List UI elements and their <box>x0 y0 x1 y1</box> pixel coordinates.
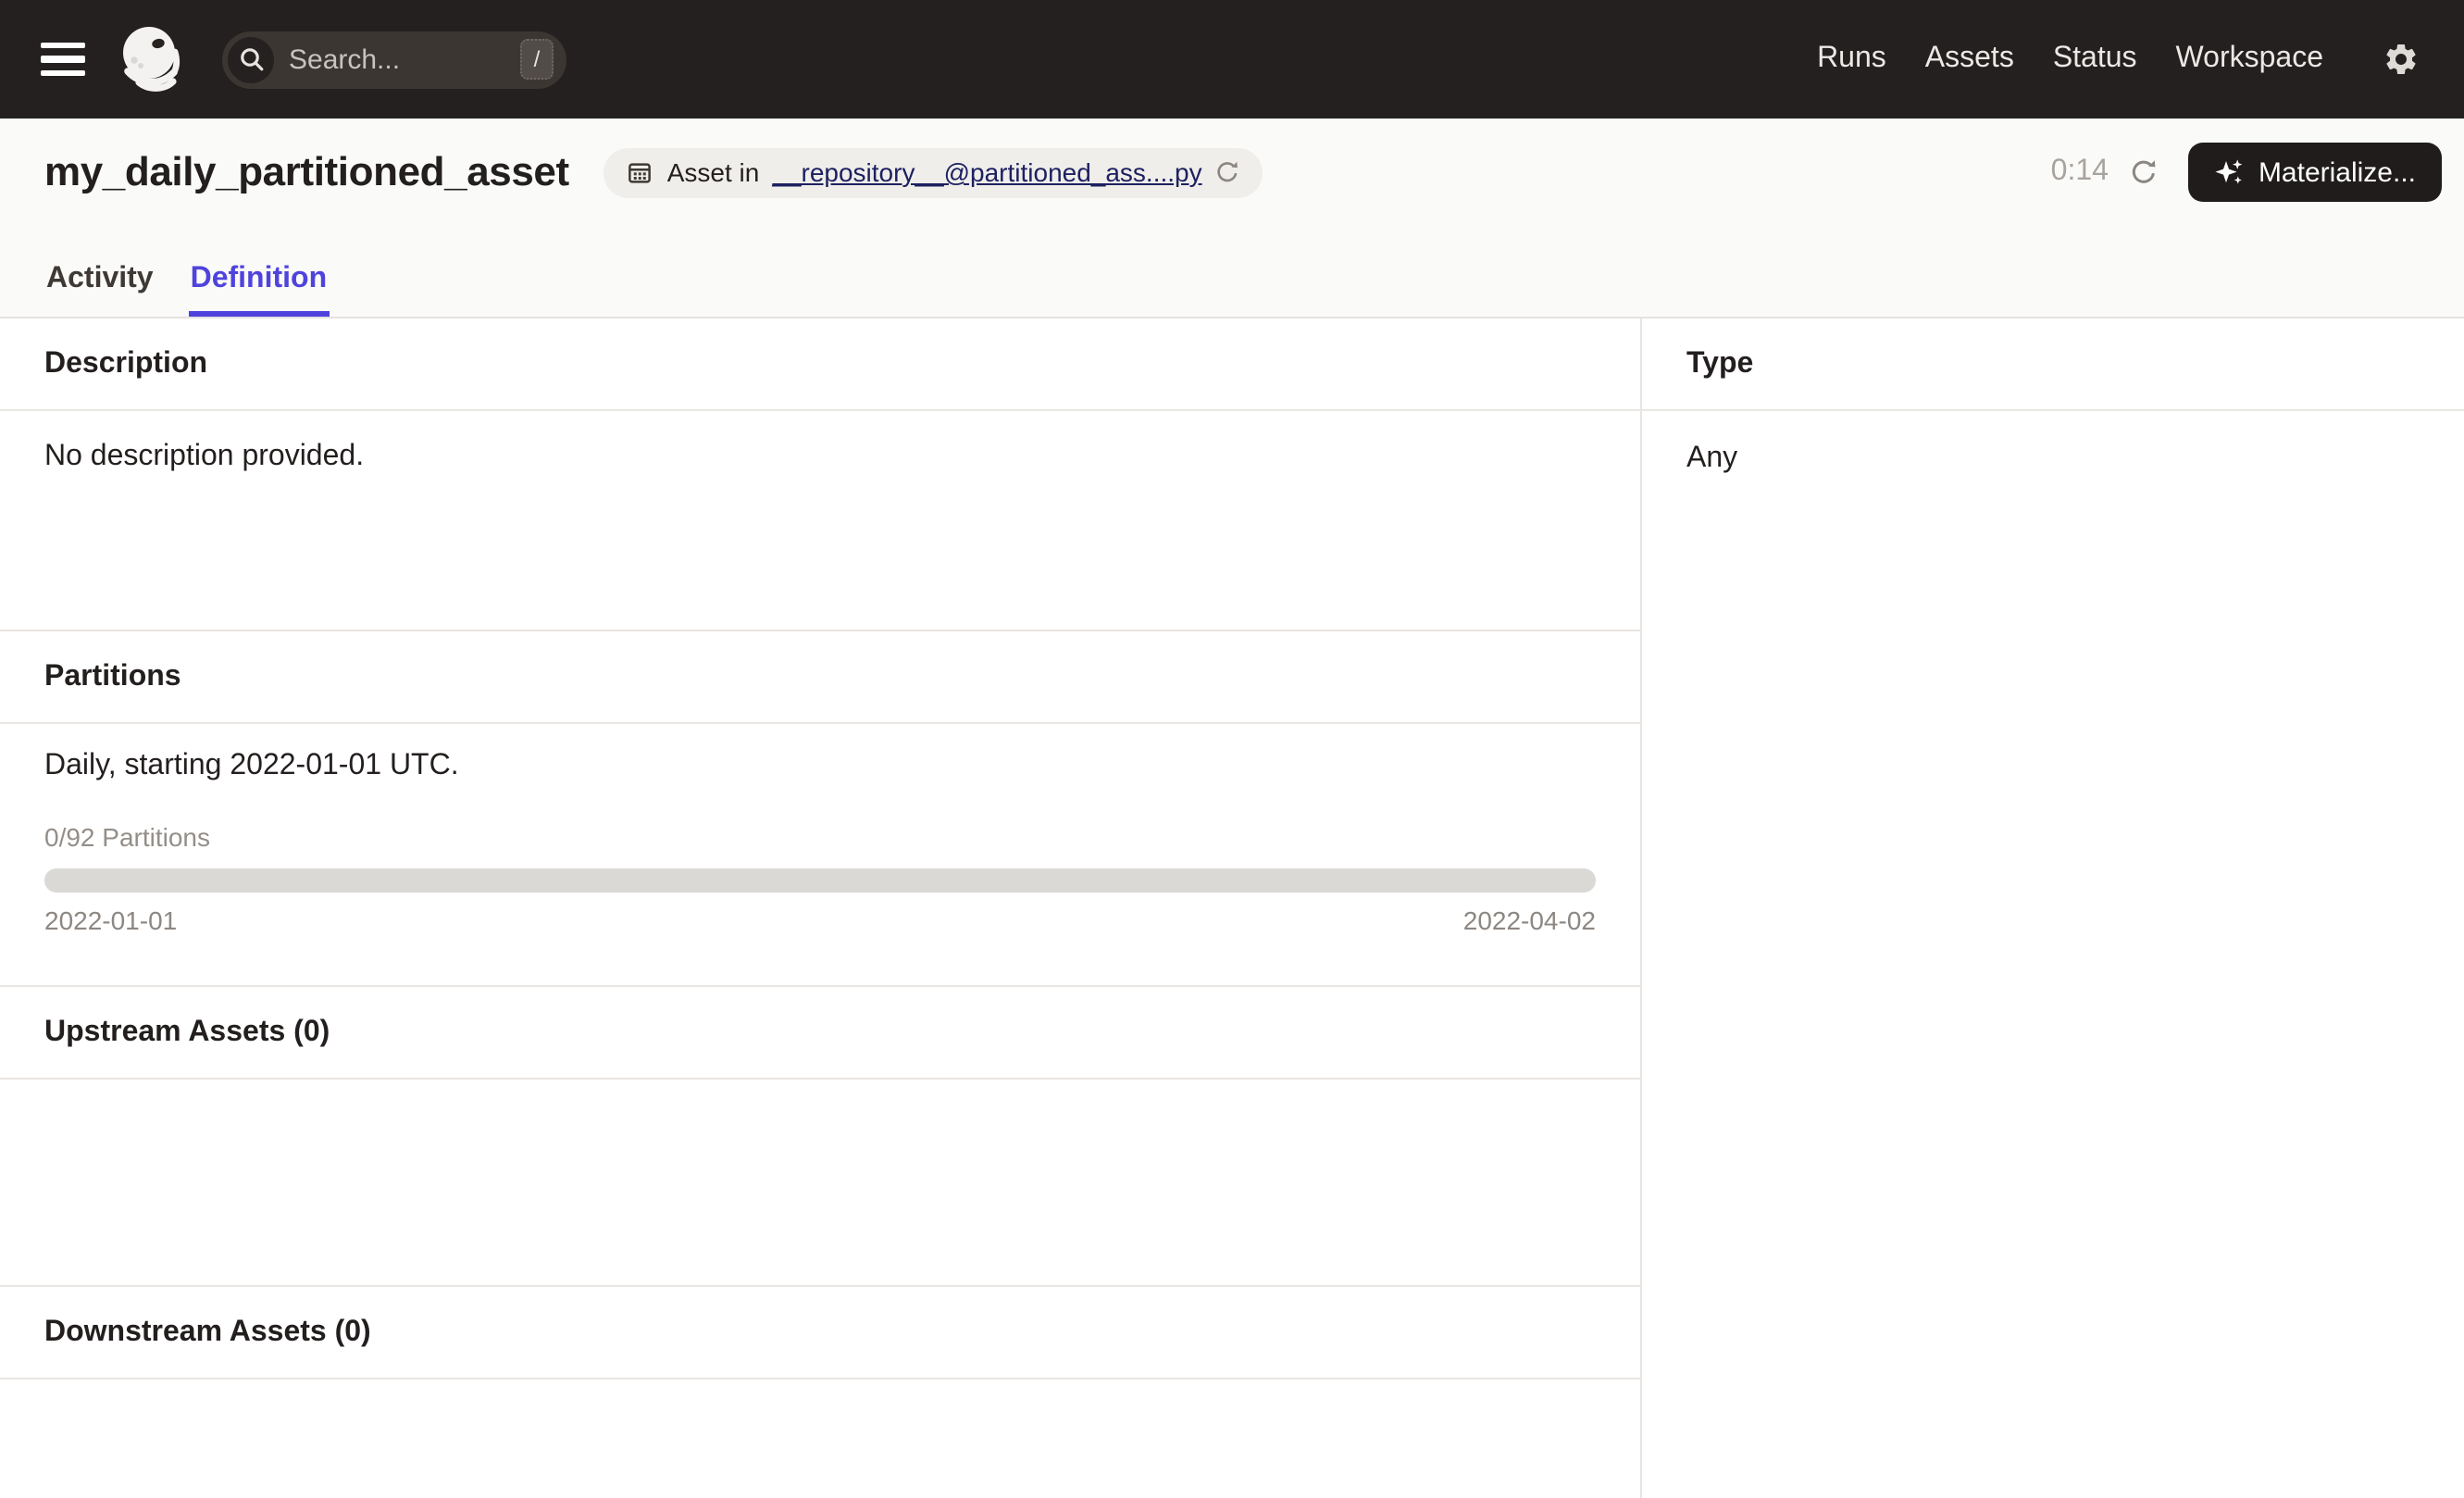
type-heading: Type <box>1642 318 2464 411</box>
downstream-assets-heading: Downstream Assets (0) <box>0 1287 1640 1379</box>
slash-key-hint: / <box>520 39 554 80</box>
dagster-logo-icon[interactable] <box>113 20 191 98</box>
upstream-assets-empty <box>0 1080 1640 1287</box>
refresh-timer: 0:14 <box>2050 156 2109 187</box>
partitions-count: 0/92 Partitions <box>44 822 210 852</box>
partition-range-end: 2022-04-02 <box>1462 905 1596 935</box>
downstream-assets-empty <box>0 1379 1640 1498</box>
refresh-icon[interactable] <box>2129 157 2159 187</box>
partition-range-start: 2022-01-01 <box>44 905 178 935</box>
definition-right-column: Type Any <box>1642 318 2464 1498</box>
tab-activity[interactable]: Activity <box>44 263 156 317</box>
nav-workspace[interactable]: Workspace <box>2176 43 2323 76</box>
dagster-octopus-icon <box>123 27 180 92</box>
header-actions: 0:14 Materialize... <box>2051 143 2442 202</box>
partition-progress-bar <box>44 868 1596 893</box>
partitions-body: Daily, starting 2022-01-01 UTC. 0/92 Par… <box>0 724 1640 987</box>
badge-refresh-icon[interactable] <box>1215 159 1241 185</box>
asset-in-label: Asset in <box>666 157 760 187</box>
search-icon <box>228 36 274 82</box>
top-bar: / Runs Assets Status Workspace <box>0 0 2464 119</box>
dagster-app: / Runs Assets Status Workspace my_daily_… <box>0 0 2464 1498</box>
sparkles-icon <box>2215 159 2243 184</box>
asset-tabs: Activity Definition <box>44 263 2442 317</box>
type-value: Any <box>1686 443 1738 474</box>
repo-grid-icon <box>628 162 652 182</box>
nav-runs[interactable]: Runs <box>1817 43 1886 76</box>
page-title: my_daily_partitioned_asset <box>44 148 569 194</box>
description-body: No description provided. <box>0 411 1640 631</box>
gear-icon[interactable] <box>2383 41 2420 78</box>
menu-icon[interactable] <box>41 43 85 76</box>
page-header: my_daily_partitioned_asset Asset in __re… <box>0 119 2464 318</box>
partitions-definition-text: Daily, starting 2022-01-01 UTC. <box>44 750 459 781</box>
description-heading: Description <box>0 318 1640 411</box>
right-column-filler <box>1642 507 2464 1498</box>
upstream-assets-heading: Upstream Assets (0) <box>0 987 1640 1080</box>
nav-assets[interactable]: Assets <box>1925 43 2014 76</box>
title-row: my_daily_partitioned_asset Asset in __re… <box>44 143 2442 202</box>
repository-link[interactable]: __repository__@partitioned_ass....py <box>772 157 1201 187</box>
tab-definition[interactable]: Definition <box>188 263 330 317</box>
materialize-label: Materialize... <box>2258 156 2416 188</box>
global-search[interactable]: / <box>222 31 566 88</box>
partition-range: 2022-01-01 2022-04-02 <box>44 905 1596 935</box>
materialize-button[interactable]: Materialize... <box>2187 143 2442 202</box>
definition-left-column: Description No description provided. Par… <box>0 318 1642 1498</box>
top-navigation: Runs Assets Status Workspace <box>1817 41 2420 78</box>
asset-location-badge: Asset in __repository__@partitioned_ass.… <box>604 147 1263 197</box>
partitions-heading: Partitions <box>0 631 1640 724</box>
definition-content: Description No description provided. Par… <box>0 318 2464 1498</box>
search-input[interactable] <box>289 44 483 75</box>
nav-status[interactable]: Status <box>2053 43 2137 76</box>
